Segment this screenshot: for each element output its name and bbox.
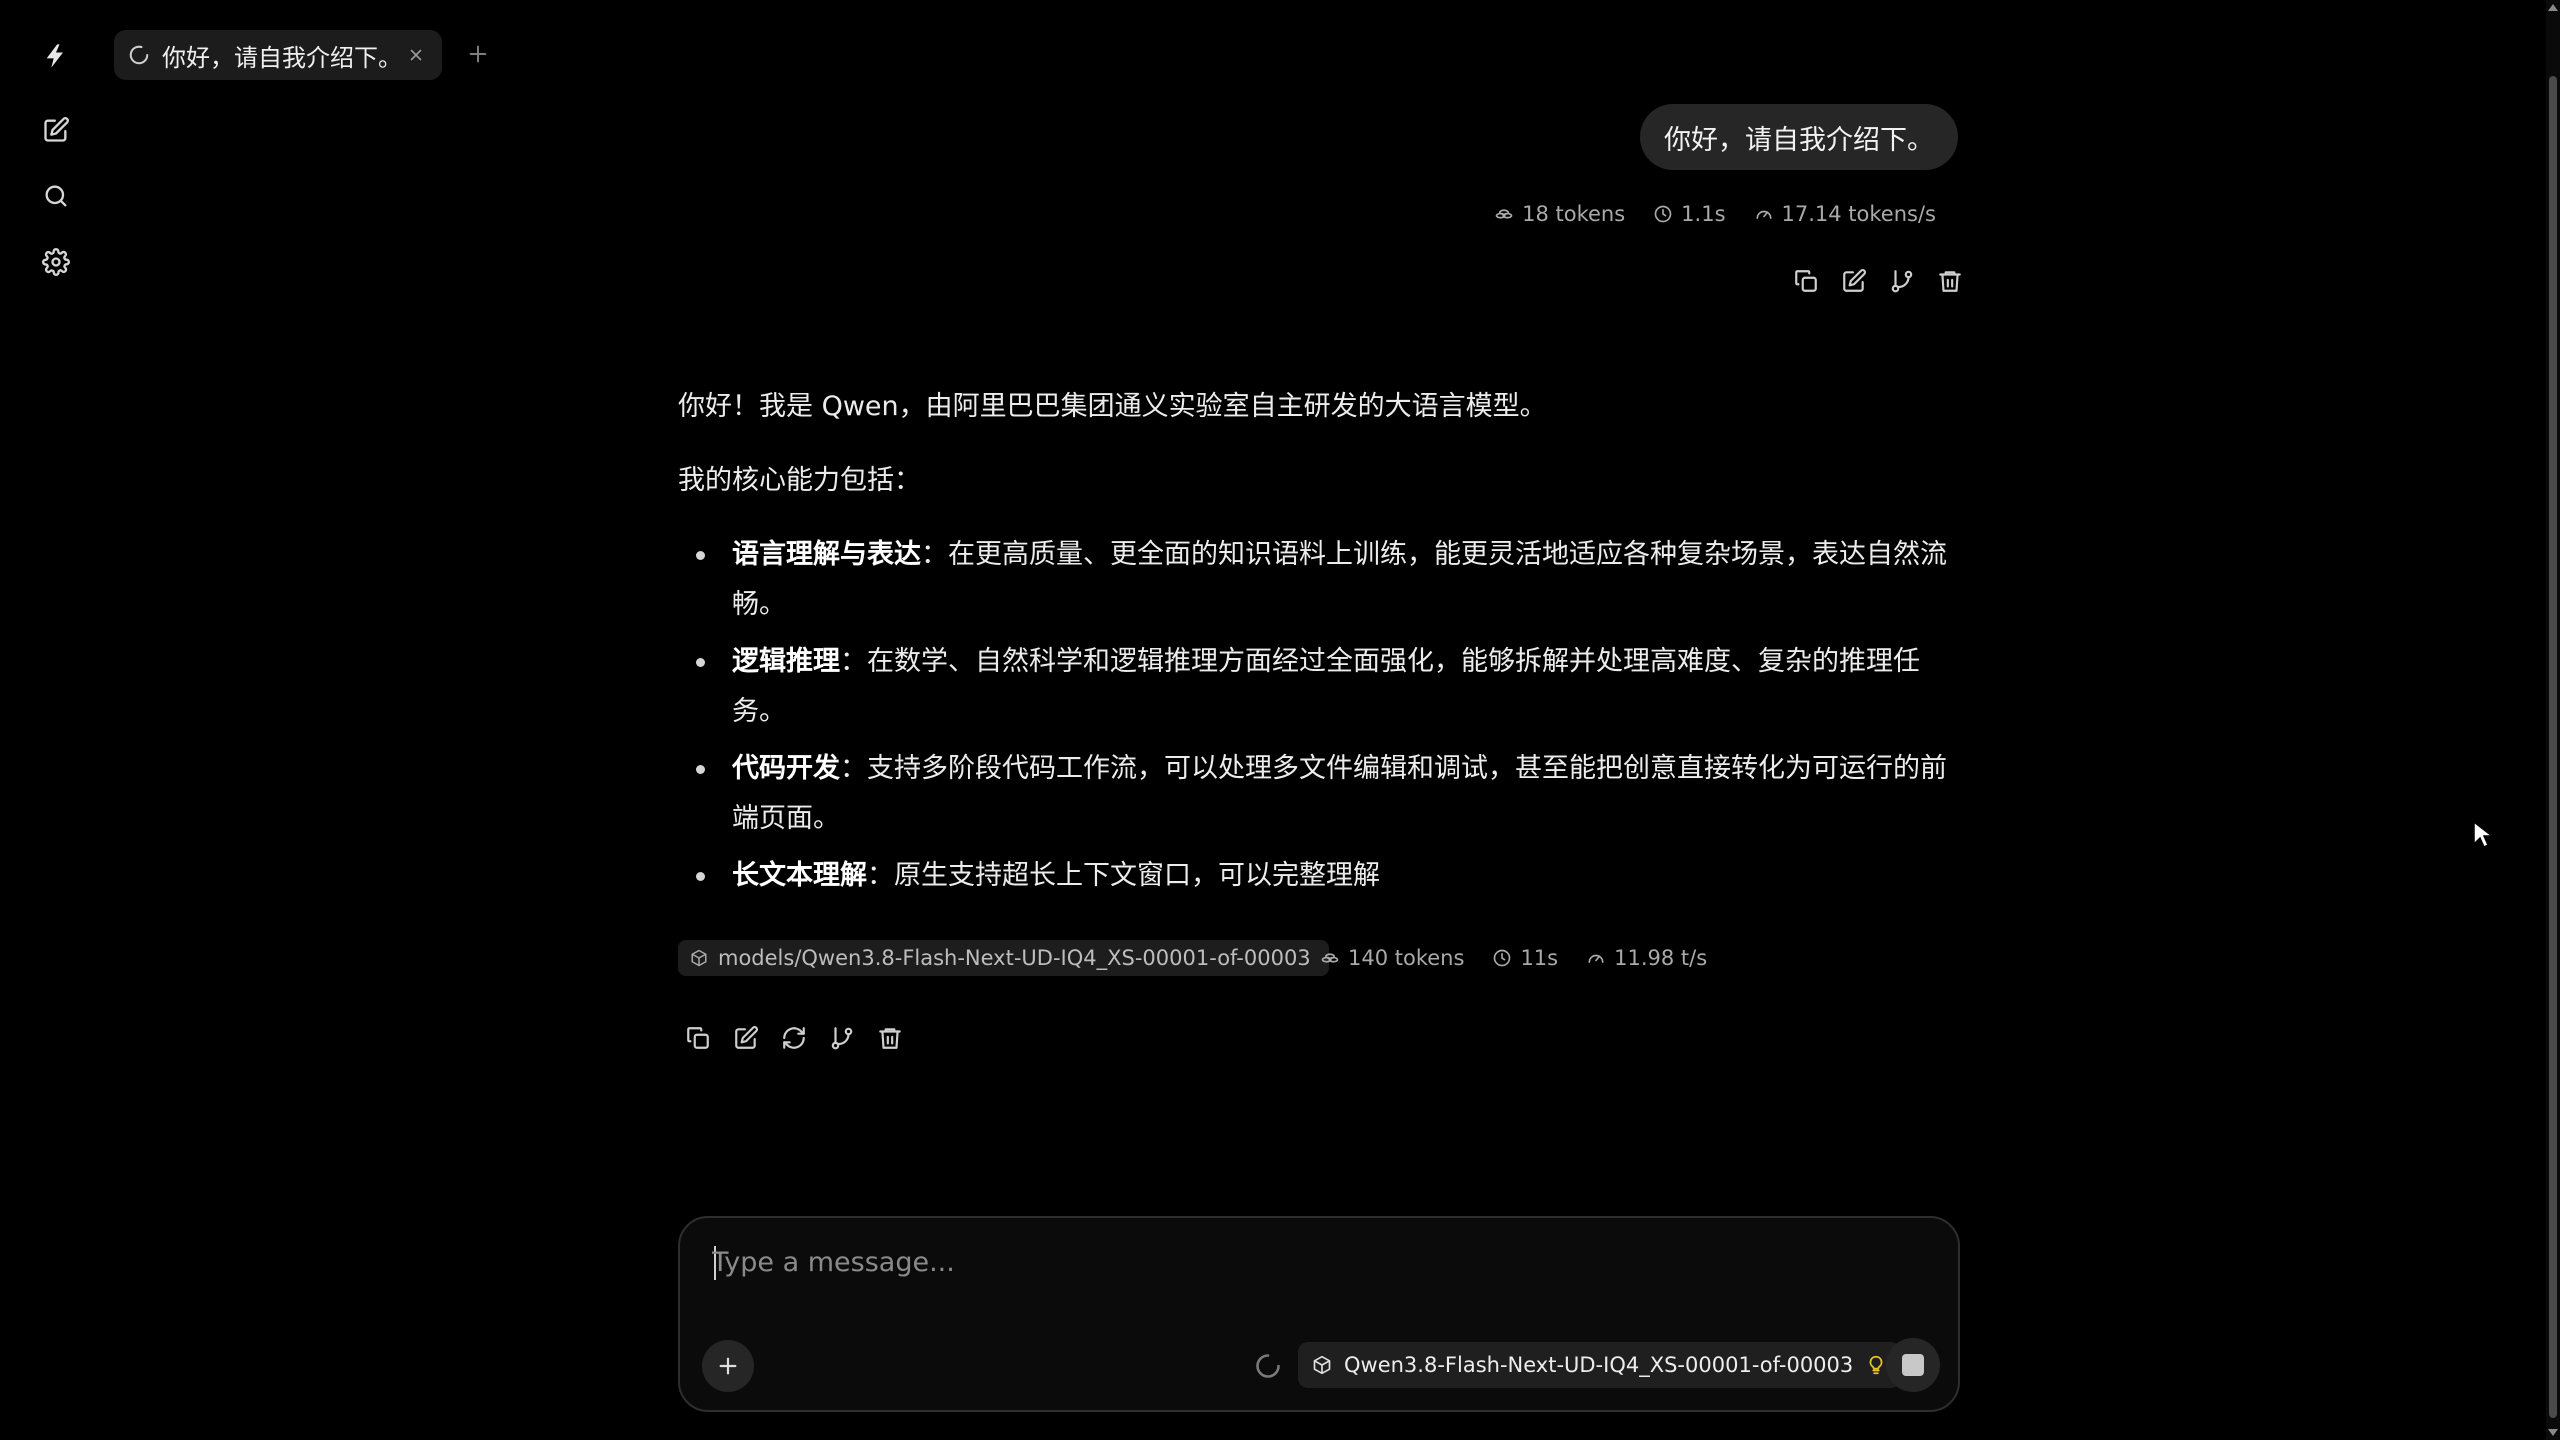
- list-item: 代码开发：支持多阶段代码工作流，可以处理多文件编辑和调试，甚至能把创意直接转化为…: [678, 744, 1960, 844]
- close-icon: [410, 49, 422, 61]
- token-speed: 17.14 tokens/s: [1754, 202, 1936, 226]
- token-count: 18 tokens: [1494, 202, 1625, 226]
- cube-icon: [691, 949, 707, 967]
- token-count: 140 tokens: [1320, 946, 1464, 970]
- capabilities-heading: 我的核心能力包括：: [678, 465, 921, 496]
- scroll-down-arrow-icon[interactable]: [2548, 1429, 2558, 1436]
- page-scrollbar[interactable]: [2546, 0, 2560, 1440]
- edit-button[interactable]: [1840, 267, 1868, 295]
- elapsed-time: 1.1s: [1653, 202, 1726, 226]
- coins-icon: [1321, 953, 1339, 963]
- clock-icon: [1654, 205, 1672, 223]
- plus-icon: [469, 45, 487, 63]
- new-tab-button[interactable]: [462, 38, 494, 70]
- user-message-stats: 18 tokens 1.1s 17.14 tokens/s: [1494, 202, 1936, 226]
- tab-title: 你好，请自我介绍下。: [162, 43, 402, 72]
- list-item: 逻辑推理：在数学、自然科学和逻辑推理方面经过全面强化，能够拆解并处理高难度、复杂…: [678, 637, 1960, 737]
- app-logo[interactable]: [36, 36, 76, 76]
- git-branch-icon: [1891, 270, 1913, 293]
- gauge-icon: [1756, 210, 1772, 219]
- model-selector-label: Qwen3.8-Flash-Next-UD-IQ4_XS-00001-of-00…: [1344, 1353, 1854, 1377]
- new-chat-button[interactable]: [36, 110, 76, 150]
- git-branch-icon: [831, 1027, 853, 1050]
- scrollbar-thumb[interactable]: [2549, 76, 2557, 1418]
- regenerate-button[interactable]: [780, 1024, 808, 1052]
- trash-icon: [1939, 271, 1961, 292]
- gear-icon: [42, 248, 70, 276]
- copy-button[interactable]: [684, 1024, 712, 1052]
- loading-spinner-icon: [128, 44, 150, 66]
- gauge-icon: [1588, 954, 1604, 963]
- plus-icon: [719, 1357, 737, 1375]
- list-item: 长文本理解：原生支持超长上下文窗口，可以完整理解: [678, 851, 1960, 901]
- edit-icon: [44, 117, 69, 142]
- assistant-message-stats: 140 tokens 11s 11.98 t/s: [1320, 946, 1707, 970]
- tab-close-button[interactable]: [404, 43, 428, 67]
- delete-button[interactable]: [1936, 267, 1964, 295]
- list-item: 语言理解与表达：在更高质量、更全面的知识语料上训练，能更灵活地适应各种复杂场景，…: [678, 530, 1960, 630]
- scroll-up-arrow-icon[interactable]: [2548, 4, 2558, 11]
- copy-button[interactable]: [1792, 267, 1820, 295]
- edit-button[interactable]: [732, 1024, 760, 1052]
- attach-button[interactable]: [702, 1340, 754, 1392]
- lightbulb-icon[interactable]: [1865, 1354, 1887, 1376]
- edit-icon: [1843, 269, 1866, 292]
- cube-icon: [1313, 1355, 1331, 1375]
- stop-icon: [1902, 1354, 1924, 1376]
- clock-icon: [1494, 949, 1511, 967]
- copy-icon: [1795, 270, 1817, 292]
- settings-button[interactable]: [36, 242, 76, 282]
- loading-spinner-icon: [1254, 1352, 1282, 1380]
- user-message-bubble: 你好，请自我介绍下。: [1640, 104, 1958, 170]
- coins-icon: [1495, 209, 1513, 219]
- trash-icon: [879, 1028, 901, 1049]
- message-composer: Qwen3.8-Flash-Next-UD-IQ4_XS-00001-of-00…: [678, 1216, 1960, 1412]
- edit-icon: [735, 1026, 758, 1049]
- copy-icon: [687, 1027, 709, 1049]
- refresh-icon: [783, 1027, 805, 1049]
- stop-generation-button[interactable]: [1886, 1338, 1940, 1392]
- message-input[interactable]: [712, 1240, 1912, 1284]
- mouse-pointer-icon: [2473, 820, 2494, 849]
- user-message-actions: [1792, 267, 1964, 295]
- delete-button[interactable]: [876, 1024, 904, 1052]
- assistant-message: 你好！我是 Qwen，由阿里巴巴集团通义实验室自主研发的大语言模型。 我的核心能…: [678, 382, 1960, 908]
- elapsed-time: 11s: [1492, 946, 1558, 970]
- model-selector[interactable]: Qwen3.8-Flash-Next-UD-IQ4_XS-00001-of-00…: [1298, 1342, 1902, 1388]
- app-root: 你好，请自我介绍下。 你好，请自我介绍下。 18 tokens 1.1s 17.…: [0, 0, 2560, 1440]
- branch-button[interactable]: [828, 1024, 856, 1052]
- sidebar-rail: [0, 0, 112, 1440]
- capabilities-list: 语言理解与表达：在更高质量、更全面的知识语料上训练，能更灵活地适应各种复杂场景，…: [678, 530, 1960, 901]
- token-speed: 11.98 t/s: [1586, 946, 1707, 970]
- tab-current-chat[interactable]: 你好，请自我介绍下。: [114, 30, 442, 80]
- assistant-intro: 你好！我是 Qwen，由阿里巴巴集团通义实验室自主研发的大语言模型。: [678, 391, 1547, 422]
- search-button[interactable]: [36, 176, 76, 216]
- branch-button[interactable]: [1888, 267, 1916, 295]
- lightning-icon: [46, 44, 63, 68]
- assistant-message-actions: [684, 1024, 904, 1052]
- search-icon: [45, 185, 67, 207]
- response-model-badge: models/Qwen3.8-Flash-Next-UD-IQ4_XS-0000…: [678, 940, 1329, 976]
